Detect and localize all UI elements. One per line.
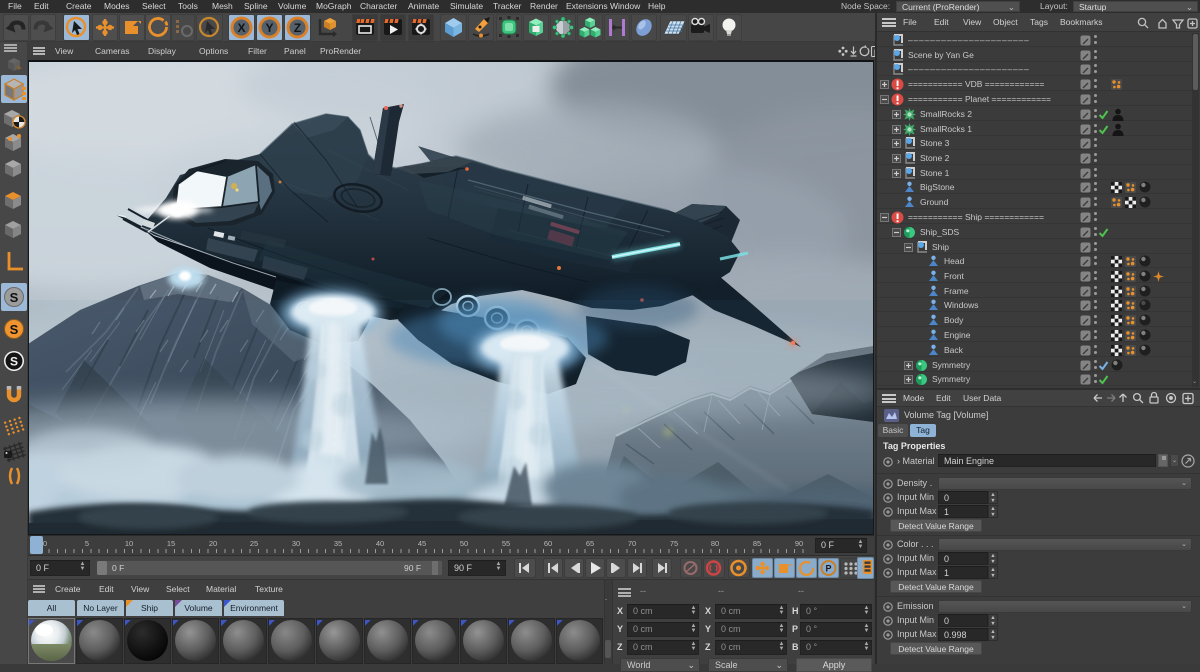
svg-text:S: S: [10, 322, 19, 337]
svg-text:S: S: [10, 290, 19, 305]
svg-text:Y: Y: [265, 21, 273, 35]
svg-text:P: P: [825, 564, 831, 574]
svg-text:Z: Z: [294, 21, 301, 35]
svg-text:S: S: [10, 355, 18, 369]
svg-text:X: X: [237, 21, 245, 35]
